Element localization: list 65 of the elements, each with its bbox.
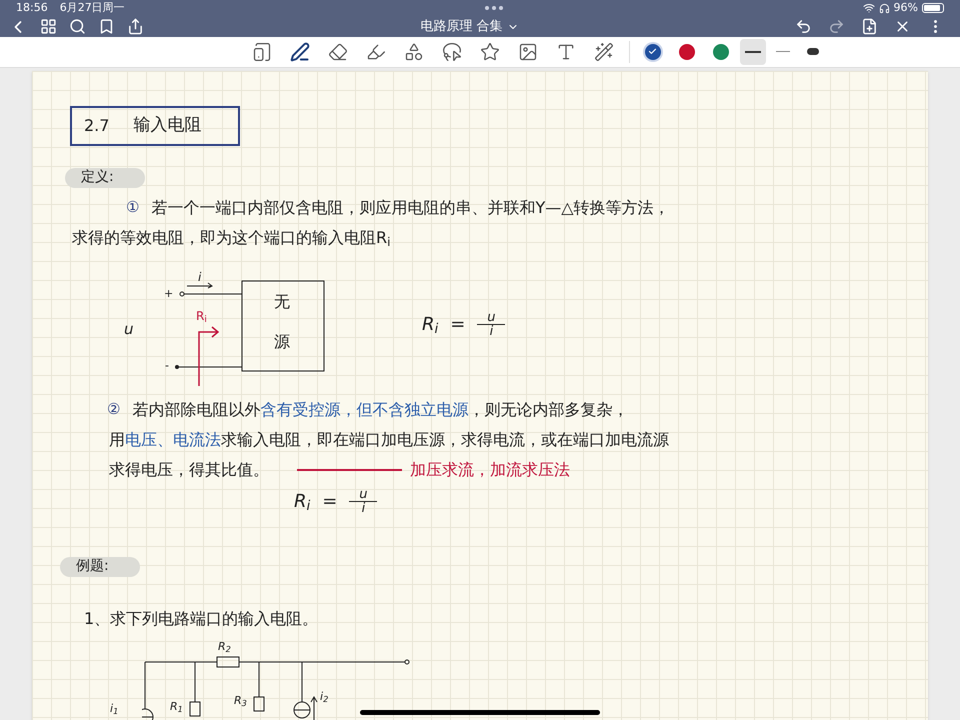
status-date: 6月27日周一	[60, 0, 125, 16]
current-label: i	[198, 268, 202, 286]
summary-text: 加压求流，加流求压法	[410, 458, 570, 480]
shapes-icon	[404, 42, 424, 62]
resistor-label: R$_{1}$	[170, 698, 183, 715]
resistor-label: R$_{2}$	[218, 638, 231, 655]
note-text: 求输入电阻，即在端口加电压源，求得电流，或在端口加电流源	[221, 428, 669, 450]
equals-sign: =	[450, 313, 466, 337]
box-label: 源	[274, 330, 290, 352]
circled-number: ①	[126, 197, 140, 218]
denominator: i	[490, 325, 494, 338]
note-text: 若一个一端口内部仅含电阻，则应用电阻的串、并联和Y—△转换等方法，	[151, 196, 670, 218]
pen-icon	[290, 42, 310, 62]
example-label: 例题:	[60, 556, 140, 576]
battery-percent: 96%	[894, 0, 918, 16]
color-swatch[interactable]	[712, 44, 728, 60]
note-text: ，则无论内部多复杂，	[468, 398, 628, 420]
current-label: i$_{1}$	[110, 700, 118, 717]
search-icon[interactable]	[69, 18, 86, 35]
text-icon	[556, 42, 576, 62]
note-text: 求得电压，得其比值。	[109, 458, 269, 480]
eraser-icon	[328, 42, 348, 62]
circled-number: ②	[107, 399, 120, 420]
voltage-label: u	[124, 318, 134, 340]
lasso-icon	[442, 42, 462, 62]
problem-text: 1、求下列电路端口的输入电阻。	[84, 608, 320, 630]
wand-icon	[594, 42, 614, 62]
numerator: u	[486, 311, 496, 324]
plus-label: +	[164, 286, 174, 302]
document-title[interactable]: 电路原理 合集	[420, 16, 519, 36]
tablet-icon	[252, 42, 272, 62]
highlighter-icon	[366, 42, 386, 62]
add-page-icon[interactable]	[861, 18, 878, 35]
minus-label: -	[165, 358, 169, 374]
note-text: 求得的等效电阻，即为这个端口的输入电阻R$_{i}$	[72, 226, 392, 250]
current-label: i$_{2}$	[320, 688, 328, 705]
denominator: i	[362, 502, 366, 514]
formula-lhs: R$_{i}$	[294, 490, 310, 514]
multitasking-dots-icon[interactable]	[484, 6, 503, 10]
box-label: 无	[274, 290, 290, 312]
color-swatch[interactable]	[644, 44, 660, 60]
bookmark-icon[interactable]	[98, 18, 115, 35]
image-icon	[518, 42, 538, 62]
resistor-label: R$_{3}$	[234, 692, 247, 709]
stroke-width-button[interactable]	[740, 38, 766, 64]
share-icon[interactable]	[127, 18, 144, 35]
color-swatch[interactable]	[678, 44, 694, 60]
resistance-label: R$_{i}$	[196, 308, 207, 324]
numerator: u	[358, 488, 368, 500]
undo-icon[interactable]	[795, 18, 812, 35]
status-time: 18:56	[16, 0, 48, 16]
note-text: 若内部除电阻以外	[132, 398, 260, 420]
check-icon	[648, 47, 657, 56]
star-icon	[480, 42, 500, 62]
battery-icon	[922, 3, 944, 14]
heading-title: 输入电阻	[133, 114, 202, 137]
note-text: 电压、电流法	[125, 428, 221, 450]
heading-number: 2.7	[84, 114, 110, 136]
note-text: 用	[109, 428, 125, 450]
formula-lhs: R$_{i}$	[422, 313, 438, 338]
grid-icon[interactable]	[40, 18, 57, 35]
note-text: 含有受控源，但不含独立电源	[260, 398, 468, 420]
equals-sign: =	[322, 490, 338, 514]
headphones-icon	[878, 2, 890, 14]
definition-label: 定义:	[65, 168, 145, 188]
